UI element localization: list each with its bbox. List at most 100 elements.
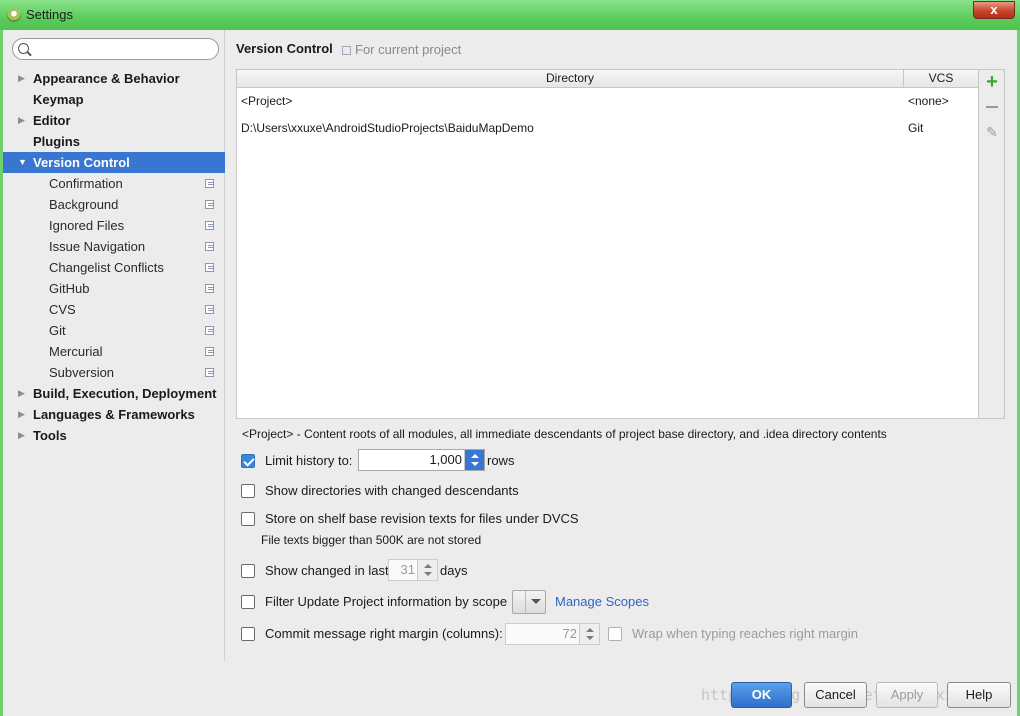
cell-vcs: Git	[908, 121, 924, 135]
show-changed-value[interactable]: 31	[401, 560, 415, 580]
sidebar-item-label: Git	[49, 323, 66, 338]
expand-arrow-icon[interactable]: ▶	[18, 383, 25, 404]
sidebar-item-languages-frameworks[interactable]: ▶ Languages & Frameworks	[3, 404, 225, 425]
sidebar-item-editor[interactable]: ▶ Editor	[3, 110, 225, 131]
project-scope-icon	[205, 368, 214, 377]
plus-icon[interactable]: +	[983, 72, 1001, 92]
limit-history-suffix: rows	[487, 453, 515, 468]
project-scope-icon	[205, 221, 214, 230]
search-icon	[18, 43, 29, 54]
limit-history-spinner[interactable]: 1,000	[358, 449, 485, 471]
sidebar-item-label: Build, Execution, Deployment	[33, 386, 217, 401]
project-scope-icon	[205, 326, 214, 335]
sidebar-item-label: Mercurial	[49, 344, 103, 359]
sidebar-item-label: Appearance & Behavior	[33, 71, 180, 86]
show-changed-spinner[interactable]: 31	[388, 559, 438, 581]
sidebar-item-label: Keymap	[33, 92, 84, 107]
sidebar-item-background[interactable]: Background	[3, 194, 225, 215]
sidebar-item-git[interactable]: Git	[3, 320, 225, 341]
apply-button[interactable]: Apply	[876, 682, 938, 708]
store-shelf-label: Store on shelf base revision texts for f…	[265, 511, 579, 526]
sidebar-item-subversion[interactable]: Subversion	[3, 362, 225, 383]
manage-scopes-link[interactable]: Manage Scopes	[555, 592, 649, 612]
table-toolbar: + ✎	[979, 69, 1005, 419]
sidebar-item-build-execution-deployment[interactable]: ▶ Build, Execution, Deployment	[3, 383, 225, 404]
wrap-margin-label: Wrap when typing reaches right margin	[632, 626, 858, 641]
limit-history-checkbox[interactable]	[241, 454, 255, 468]
project-scope-icon	[205, 179, 214, 188]
show-changed-label: Show changed in last	[265, 563, 389, 578]
spinner-arrows-icon[interactable]	[579, 624, 599, 644]
sidebar-item-plugins[interactable]: Plugins	[3, 131, 225, 152]
limit-history-value[interactable]: 1,000	[429, 450, 462, 470]
android-studio-icon	[7, 8, 21, 22]
sidebar-item-label: GitHub	[49, 281, 90, 296]
sidebar-item-keymap[interactable]: Keymap	[3, 89, 225, 110]
project-scope-icon	[205, 347, 214, 356]
store-shelf-note: File texts bigger than 500K are not stor…	[261, 533, 482, 547]
column-header-directory[interactable]: Directory	[237, 70, 904, 88]
limit-history-label: Limit history to:	[265, 453, 353, 468]
scope-dropdown[interactable]	[512, 590, 546, 614]
column-header-vcs[interactable]: VCS	[904, 70, 978, 88]
sidebar-item-label: Ignored Files	[49, 218, 125, 233]
sidebar-item-appearance-behavior[interactable]: ▶ Appearance & Behavior	[3, 68, 225, 89]
wrap-margin-checkbox[interactable]	[608, 627, 622, 641]
show-dirs-checkbox[interactable]	[241, 484, 255, 498]
filter-update-label: Filter Update Project information by sco…	[265, 594, 508, 609]
expand-arrow-icon[interactable]: ▶	[18, 110, 25, 131]
sidebar-item-github[interactable]: GitHub	[3, 278, 225, 299]
commit-margin-value[interactable]: 72	[563, 624, 577, 644]
help-button[interactable]: Help	[947, 682, 1011, 708]
show-changed-checkbox[interactable]	[241, 564, 255, 578]
project-scope-icon	[205, 305, 214, 314]
sidebar-item-version-control[interactable]: ▼ Version Control	[3, 152, 225, 173]
project-scope-icon	[205, 200, 214, 209]
table-row[interactable]: <Project> <none>	[237, 90, 978, 112]
sidebar-item-ignored-files[interactable]: Ignored Files	[3, 215, 225, 236]
edit-icon[interactable]: ✎	[983, 123, 1001, 141]
close-button[interactable]: x	[973, 1, 1015, 19]
show-changed-suffix: days	[440, 563, 468, 578]
expand-arrow-icon[interactable]: ▶	[18, 404, 25, 425]
spinner-arrows-icon[interactable]	[417, 560, 437, 580]
settings-dialog: ▶ Appearance & Behavior Keymap ▶ Editor …	[3, 30, 1017, 716]
sidebar-item-label: Editor	[33, 113, 71, 128]
sidebar-item-changelist-conflicts[interactable]: Changelist Conflicts	[3, 257, 225, 278]
table-row[interactable]: D:\Users\xxuxe\AndroidStudioProjects\Bai…	[237, 117, 978, 139]
collapse-arrow-icon[interactable]: ▼	[18, 152, 27, 173]
commit-margin-checkbox[interactable]	[241, 627, 255, 641]
search-box[interactable]	[12, 38, 219, 60]
project-scope-icon	[205, 263, 214, 272]
minus-icon[interactable]	[983, 97, 1001, 115]
window-title: Settings	[26, 7, 73, 22]
cancel-button[interactable]: Cancel	[804, 682, 867, 708]
expand-arrow-icon[interactable]: ▶	[18, 425, 25, 446]
store-shelf-checkbox[interactable]	[241, 512, 255, 526]
page-title: Version Control	[236, 41, 333, 56]
sidebar-item-label: Issue Navigation	[49, 239, 146, 254]
sidebar-item-tools[interactable]: ▶ Tools	[3, 425, 225, 446]
vcs-mappings-table[interactable]: Directory VCS <Project> <none> D:\Users\…	[236, 69, 979, 419]
commit-margin-label: Commit message right margin (columns):	[265, 626, 503, 641]
scope-note: For current project	[342, 42, 461, 57]
window-titlebar: Settings x	[0, 0, 1020, 30]
ok-button[interactable]: OK	[731, 682, 792, 708]
show-dirs-label: Show directories with changed descendant…	[265, 483, 519, 498]
sidebar-item-issue-navigation[interactable]: Issue Navigation	[3, 236, 225, 257]
sidebar-item-label: Subversion	[49, 365, 115, 380]
spinner-arrows-icon[interactable]	[464, 450, 484, 470]
version-control-panel: Version Control For current project Dire…	[226, 30, 1017, 661]
sidebar-item-label: Tools	[33, 428, 67, 443]
sidebar-item-label: Languages & Frameworks	[33, 407, 195, 422]
chevron-down-icon[interactable]	[525, 591, 545, 613]
sidebar-item-label: Version Control	[33, 155, 130, 170]
search-input[interactable]	[33, 41, 213, 57]
commit-margin-spinner[interactable]: 72	[505, 623, 600, 645]
expand-arrow-icon[interactable]: ▶	[18, 68, 25, 89]
filter-update-checkbox[interactable]	[241, 595, 255, 609]
sidebar-item-cvs[interactable]: CVS	[3, 299, 225, 320]
sidebar-item-confirmation[interactable]: Confirmation	[3, 173, 225, 194]
sidebar-item-mercurial[interactable]: Mercurial	[3, 341, 225, 362]
sidebar-item-label: Confirmation	[49, 176, 123, 191]
